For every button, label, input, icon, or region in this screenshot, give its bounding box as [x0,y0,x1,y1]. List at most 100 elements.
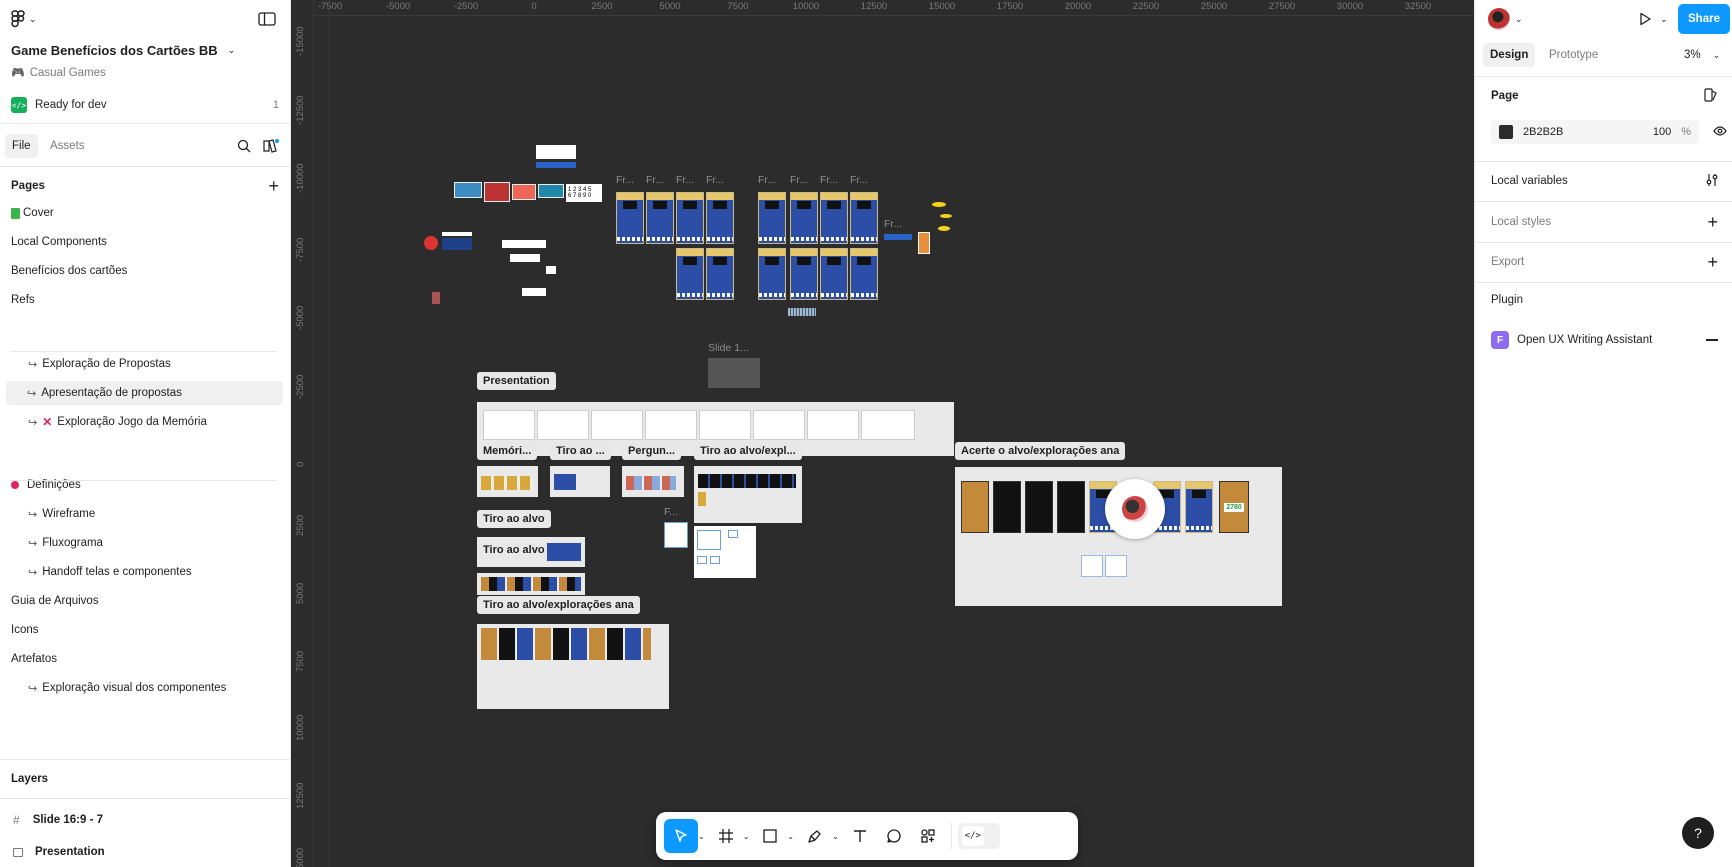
styles-icon[interactable] [1704,87,1718,105]
section-label[interactable]: Tiro ao ... [550,442,611,460]
page-item[interactable]: Local Components [0,230,291,254]
add-style-icon[interactable]: + [1707,213,1718,231]
wireframe-frame [694,526,756,578]
help-button[interactable]: ? [1682,817,1714,849]
memoria-section[interactable] [477,466,538,497]
section-label[interactable]: Pergun... [622,442,682,460]
dev-mode-toggle[interactable]: </> [957,823,1000,849]
page-item[interactable]: Benefícios dos cartões [0,259,291,283]
shape-tool[interactable] [753,819,787,853]
page-item[interactable]: ↪ Exploração visual dos componentes [0,676,291,700]
layer-item[interactable]: Presentation [0,840,291,864]
text-tool[interactable] [843,819,877,853]
status-count: 1 [272,99,279,111]
section-label[interactable]: Tiro ao alvo [477,510,551,528]
slide-thumbnail [861,410,915,440]
toggle-sidebar-icon[interactable] [258,11,276,27]
chevron-down-icon[interactable]: ⌄ [832,832,839,841]
remove-plugin-icon[interactable] [1706,339,1718,341]
game-frame [820,248,848,300]
asset-thumb [481,577,581,591]
comment-tool[interactable] [877,819,911,853]
project-link[interactable]: 🎮 Casual Games [11,66,106,80]
page-item[interactable]: ↪ Fluxograma [0,531,291,555]
page-item[interactable]: ↪ ✕ Exploração Jogo da Memória [0,410,291,434]
local-variables-row[interactable]: Local variables [1475,172,1732,190]
page-item[interactable]: Icons [0,618,291,642]
color-swatch[interactable] [1499,125,1513,139]
game-frame [706,248,734,300]
game-frame: 2780 [1219,481,1249,533]
library-icon[interactable] [262,137,280,155]
game-frame [1025,481,1053,533]
section-label[interactable]: Tiro ao alvo [477,541,551,559]
page-item[interactable]: Guia de Arquivos [0,589,291,613]
ruler-tick-label: -2500 [295,374,306,399]
tiro-alvo-row[interactable] [477,573,585,595]
color-hex[interactable]: 2B2B2B [1523,126,1653,138]
pen-tool[interactable] [798,819,832,853]
page-item[interactable]: ↪ Handoff telas e componentes [0,560,291,584]
game-frames[interactable]: Fr... Fr... Fr... Fr... Fr... Fr... Fr..… [614,170,954,316]
game-frame [961,481,989,533]
tab-prototype[interactable]: Prototype [1549,43,1598,67]
page-label: Handoff telas e componentes [42,566,192,578]
frame-tool[interactable] [709,819,743,853]
status-row[interactable]: </> Ready for dev 1 [11,97,279,113]
section-label[interactable]: Memóri... [477,442,538,460]
tab-file[interactable]: File [5,134,38,158]
local-styles-row[interactable]: Local styles + [1475,213,1732,231]
export-row[interactable]: Export + [1475,253,1732,271]
pergunta-section[interactable] [622,466,684,497]
section-label[interactable]: Tiro ao alvo/explorações ana [477,596,640,614]
chevron-down-icon[interactable]: ⌄ [698,832,705,841]
acerte-section[interactable]: 2780 [955,467,1282,606]
section-label[interactable]: Acerte o alvo/explorações ana [955,442,1126,460]
eye-icon[interactable] [1713,125,1727,140]
section-label[interactable]: Presentation [477,372,556,390]
user-avatar[interactable]: ⌄ [1488,8,1523,30]
layer-item[interactable]: # Slide 16:9 - 7 [0,808,291,832]
file-name[interactable]: Game Benefícios dos Cartões BB ⌄ [11,43,235,58]
search-icon[interactable] [235,137,253,155]
move-tool[interactable] [664,819,698,853]
subpage-arrow-icon: ↪ [28,682,38,695]
page-item[interactable]: ↪ Apresentação de propostas [6,381,283,405]
frame-label: F... [664,506,679,518]
project-name: Casual Games [29,66,106,79]
ruler-top: -7500 -5000 -2500 0 2500 5000 7500 10000 12500 15… [314,0,1474,16]
variables-icon[interactable] [1706,173,1718,190]
zoom-control[interactable]: 3% ⌄ [1684,43,1720,67]
tiro-exploracao-section[interactable] [694,466,802,523]
page-label: Exploração de Propostas [42,358,171,370]
tab-assets[interactable]: Assets [50,134,85,158]
chevron-down-icon[interactable]: ⌄ [787,832,794,841]
opacity-value[interactable]: 100 [1653,126,1671,138]
main-menu[interactable]: ⌄ [11,10,37,28]
asset-thumb [484,182,510,202]
background-color-field[interactable]: 2B2B2B 100 % [1491,120,1699,144]
tab-design[interactable]: Design [1483,43,1536,67]
add-export-icon[interactable]: + [1707,253,1718,271]
canvas[interactable]: -7500 -5000 -2500 0 2500 5000 7500 10000 12500 15… [314,0,1474,867]
page-item[interactable]: Definições [0,473,291,497]
slide-thumbnail[interactable] [708,358,760,388]
chevron-down-icon[interactable]: ⌄ [743,832,750,841]
page-item[interactable]: Cover [0,201,291,225]
plugin-row[interactable]: F Open UX Writing Assistant [1475,330,1732,350]
share-button[interactable]: Share [1678,4,1730,34]
page-item[interactable]: Artefatos [0,647,291,671]
tiro-exploracoes-section[interactable] [477,624,669,709]
add-page-icon[interactable]: + [268,177,279,195]
page-item[interactable]: ↪ Exploração de Propostas [0,352,291,376]
game-frame [850,192,878,244]
actions-tool[interactable] [911,819,945,853]
section-label[interactable]: Tiro ao alvo/expl... [694,442,802,460]
page-item[interactable]: Refs [0,288,291,312]
tiro-section[interactable] [550,466,610,497]
page-item[interactable]: ↪ Wireframe [0,502,291,526]
frame-label: Slide 1... [708,342,749,354]
numbers-row: 6 7 8 9 0 [568,193,592,199]
present-icon[interactable]: ⌄ [1638,12,1668,26]
tiro-alvo-section[interactable]: Tiro ao alvo [477,537,585,567]
